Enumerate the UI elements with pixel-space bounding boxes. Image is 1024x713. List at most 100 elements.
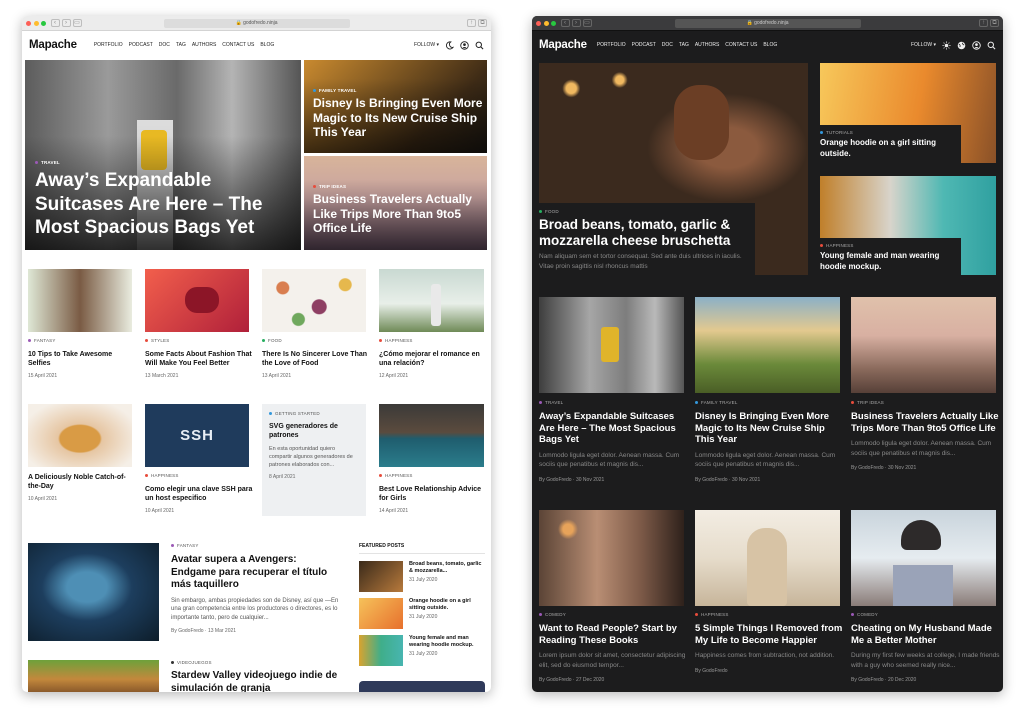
sidebar-icon[interactable]: ▭	[582, 19, 592, 27]
post-author[interactable]: By GodoFredo	[695, 668, 728, 674]
post-title[interactable]: A Deliciously Noble Catch-of-the-Day	[28, 473, 136, 491]
post-thumbnail[interactable]	[851, 297, 996, 393]
post-thumbnail[interactable]: SSH	[145, 404, 249, 467]
post-author[interactable]: By GodoFredo	[851, 677, 884, 683]
post-tag[interactable]: TUTORIALS	[820, 130, 961, 135]
text-post-card[interactable]: GETTING STARTED SVG generadores de patro…	[262, 404, 366, 516]
menu-item-blog[interactable]: BLOG	[260, 42, 274, 48]
post-tag[interactable]: COMEDY	[539, 612, 689, 617]
menu-item-podcast[interactable]: PODCAST	[632, 42, 656, 48]
globe-icon[interactable]	[957, 41, 966, 50]
post-thumbnail[interactable]	[379, 269, 484, 332]
post-tag[interactable]: TRIP IDEAS	[851, 400, 1001, 405]
post-author[interactable]: By GodoFredo	[539, 677, 572, 683]
post-tag[interactable]: FANTASY	[171, 543, 341, 548]
post-author[interactable]: By GodoFredo	[171, 628, 204, 634]
post-tag[interactable]: HAPPINESS	[379, 338, 487, 343]
post-title[interactable]: Business Travelers Actually Like Trips M…	[313, 192, 483, 236]
menu-item-authors[interactable]: AUTHORS	[192, 42, 216, 48]
user-icon[interactable]	[460, 40, 469, 50]
post-tag[interactable]: COMEDY	[851, 612, 1001, 617]
share-icon[interactable]: ↑	[467, 19, 476, 27]
search-icon[interactable]	[475, 41, 484, 50]
post-thumbnail[interactable]	[28, 269, 132, 332]
post-title[interactable]: Some Facts About Fashion That Will Make …	[145, 350, 253, 368]
menu-item-doc[interactable]: DOC	[662, 42, 673, 48]
back-icon[interactable]: ‹	[560, 19, 570, 27]
post-tag[interactable]: FAMILY TRAVEL	[313, 88, 483, 93]
post-tag[interactable]: HAPPINESS	[820, 243, 961, 248]
post-thumbnail[interactable]	[695, 297, 840, 393]
featured-post-card[interactable]: TUTORIALS Orange hoodie on a girl sittin…	[820, 63, 996, 163]
sun-icon[interactable]	[942, 40, 951, 50]
post-thumbnail[interactable]	[28, 660, 159, 692]
maximize-window-button[interactable]	[551, 20, 556, 26]
maximize-window-button[interactable]	[41, 20, 46, 26]
featured-item[interactable]: Broad beans, tomato, garlic & mozzarella…	[359, 561, 485, 592]
forward-icon[interactable]: ›	[571, 19, 581, 27]
post-tag[interactable]: VIDEOJUEGOS	[171, 660, 341, 665]
address-bar[interactable]: 🔒 godofredo.ninja	[674, 19, 861, 28]
post-title[interactable]: SVG generadores de patrones	[269, 422, 359, 440]
post-title[interactable]: Business Travelers Actually Like Trips M…	[851, 411, 1001, 434]
forward-icon[interactable]: ›	[61, 19, 71, 27]
menu-item-tag[interactable]: TAG	[176, 42, 186, 48]
menu-item-portfolio[interactable]: PORTFOLIO	[94, 42, 123, 48]
hero-post-card[interactable]: TRAVEL Away’s Expandable Suitcases Are H…	[25, 60, 301, 250]
post-tag[interactable]: TRAVEL	[35, 160, 295, 165]
tabs-icon[interactable]: ⧉	[478, 19, 487, 27]
post-title[interactable]: Stardew Valley videojuego indie de simul…	[171, 670, 341, 692]
menu-item-authors[interactable]: AUTHORS	[695, 42, 719, 48]
menu-item-contact[interactable]: CONTACT US	[725, 42, 757, 48]
post-author[interactable]: By GodoFredo	[695, 477, 728, 483]
hero-post-card[interactable]: FOOD Broad beans, tomato, garlic & mozza…	[539, 63, 808, 275]
post-tag[interactable]: GETTING STARTED	[269, 411, 359, 416]
menu-item-podcast[interactable]: PODCAST	[129, 42, 153, 48]
post-author[interactable]: By GodoFredo	[539, 477, 572, 483]
follow-menu[interactable]: FOLLOW ▾	[414, 42, 439, 48]
post-tag[interactable]: FOOD	[262, 338, 370, 343]
post-tag[interactable]: FOOD	[539, 209, 755, 214]
menu-item-blog[interactable]: BLOG	[763, 42, 777, 48]
post-title[interactable]: Want to Read People? Start by Reading Th…	[539, 623, 689, 646]
post-thumbnail[interactable]	[539, 510, 684, 606]
hero-post-title[interactable]: Broad beans, tomato, garlic & mozzarella…	[539, 217, 755, 248]
featured-post-card[interactable]: FAMILY TRAVEL Disney Is Bringing Even Mo…	[304, 60, 487, 153]
featured-title[interactable]: Young female and man wearing hoodie mock…	[409, 635, 485, 649]
post-thumbnail[interactable]	[262, 269, 366, 332]
menu-item-tag[interactable]: TAG	[679, 42, 689, 48]
post-title[interactable]: Best Love Relationship Advice for Girls	[379, 485, 487, 503]
close-window-button[interactable]	[536, 20, 541, 26]
close-window-button[interactable]	[26, 20, 31, 26]
post-title[interactable]: Orange hoodie on a girl sitting outside.	[820, 138, 961, 159]
featured-post-card[interactable]: TRIP IDEAS Business Travelers Actually L…	[304, 156, 487, 250]
menu-item-contact[interactable]: CONTACT US	[222, 42, 254, 48]
post-thumbnail[interactable]	[851, 510, 996, 606]
tabs-icon[interactable]: ⧉	[990, 19, 999, 27]
post-title[interactable]: Como elegir una clave SSH para un host e…	[145, 485, 253, 503]
moon-icon[interactable]	[445, 40, 454, 50]
post-thumbnail[interactable]	[379, 404, 484, 467]
post-tag[interactable]: FANTASY	[28, 338, 136, 343]
menu-item-portfolio[interactable]: PORTFOLIO	[597, 42, 626, 48]
post-title[interactable]: 10 Tips to Take Awesome Selfies	[28, 350, 136, 368]
post-title[interactable]: Avatar supera a Avengers: Endgame para r…	[171, 554, 341, 592]
featured-title[interactable]: Orange hoodie on a girl sitting outside.	[409, 598, 485, 612]
featured-title[interactable]: Broad beans, tomato, garlic & mozzarella…	[409, 561, 485, 575]
post-title[interactable]: Disney Is Bringing Even More Magic to It…	[695, 411, 845, 446]
post-tag[interactable]: HAPPINESS	[145, 473, 253, 478]
site-logo[interactable]: Mapache	[29, 39, 77, 51]
featured-item[interactable]: Orange hoodie on a girl sitting outside.…	[359, 598, 485, 629]
post-title[interactable]: Cheating on My Husband Made Me a Better …	[851, 623, 1001, 646]
featured-post-card[interactable]: HAPPINESS Young female and man wearing h…	[820, 176, 996, 275]
user-icon[interactable]	[972, 40, 981, 50]
post-thumbnail[interactable]	[28, 543, 159, 641]
post-thumbnail[interactable]	[28, 404, 132, 467]
post-thumbnail[interactable]	[695, 510, 840, 606]
search-icon[interactable]	[987, 41, 996, 50]
post-tag[interactable]: FAMILY TRAVEL	[695, 400, 845, 405]
minimize-window-button[interactable]	[543, 20, 549, 26]
site-logo[interactable]: Mapache	[539, 39, 587, 51]
post-tag[interactable]: HAPPINESS	[379, 473, 487, 478]
address-bar[interactable]: 🔒 godofredo.ninja	[163, 19, 350, 28]
